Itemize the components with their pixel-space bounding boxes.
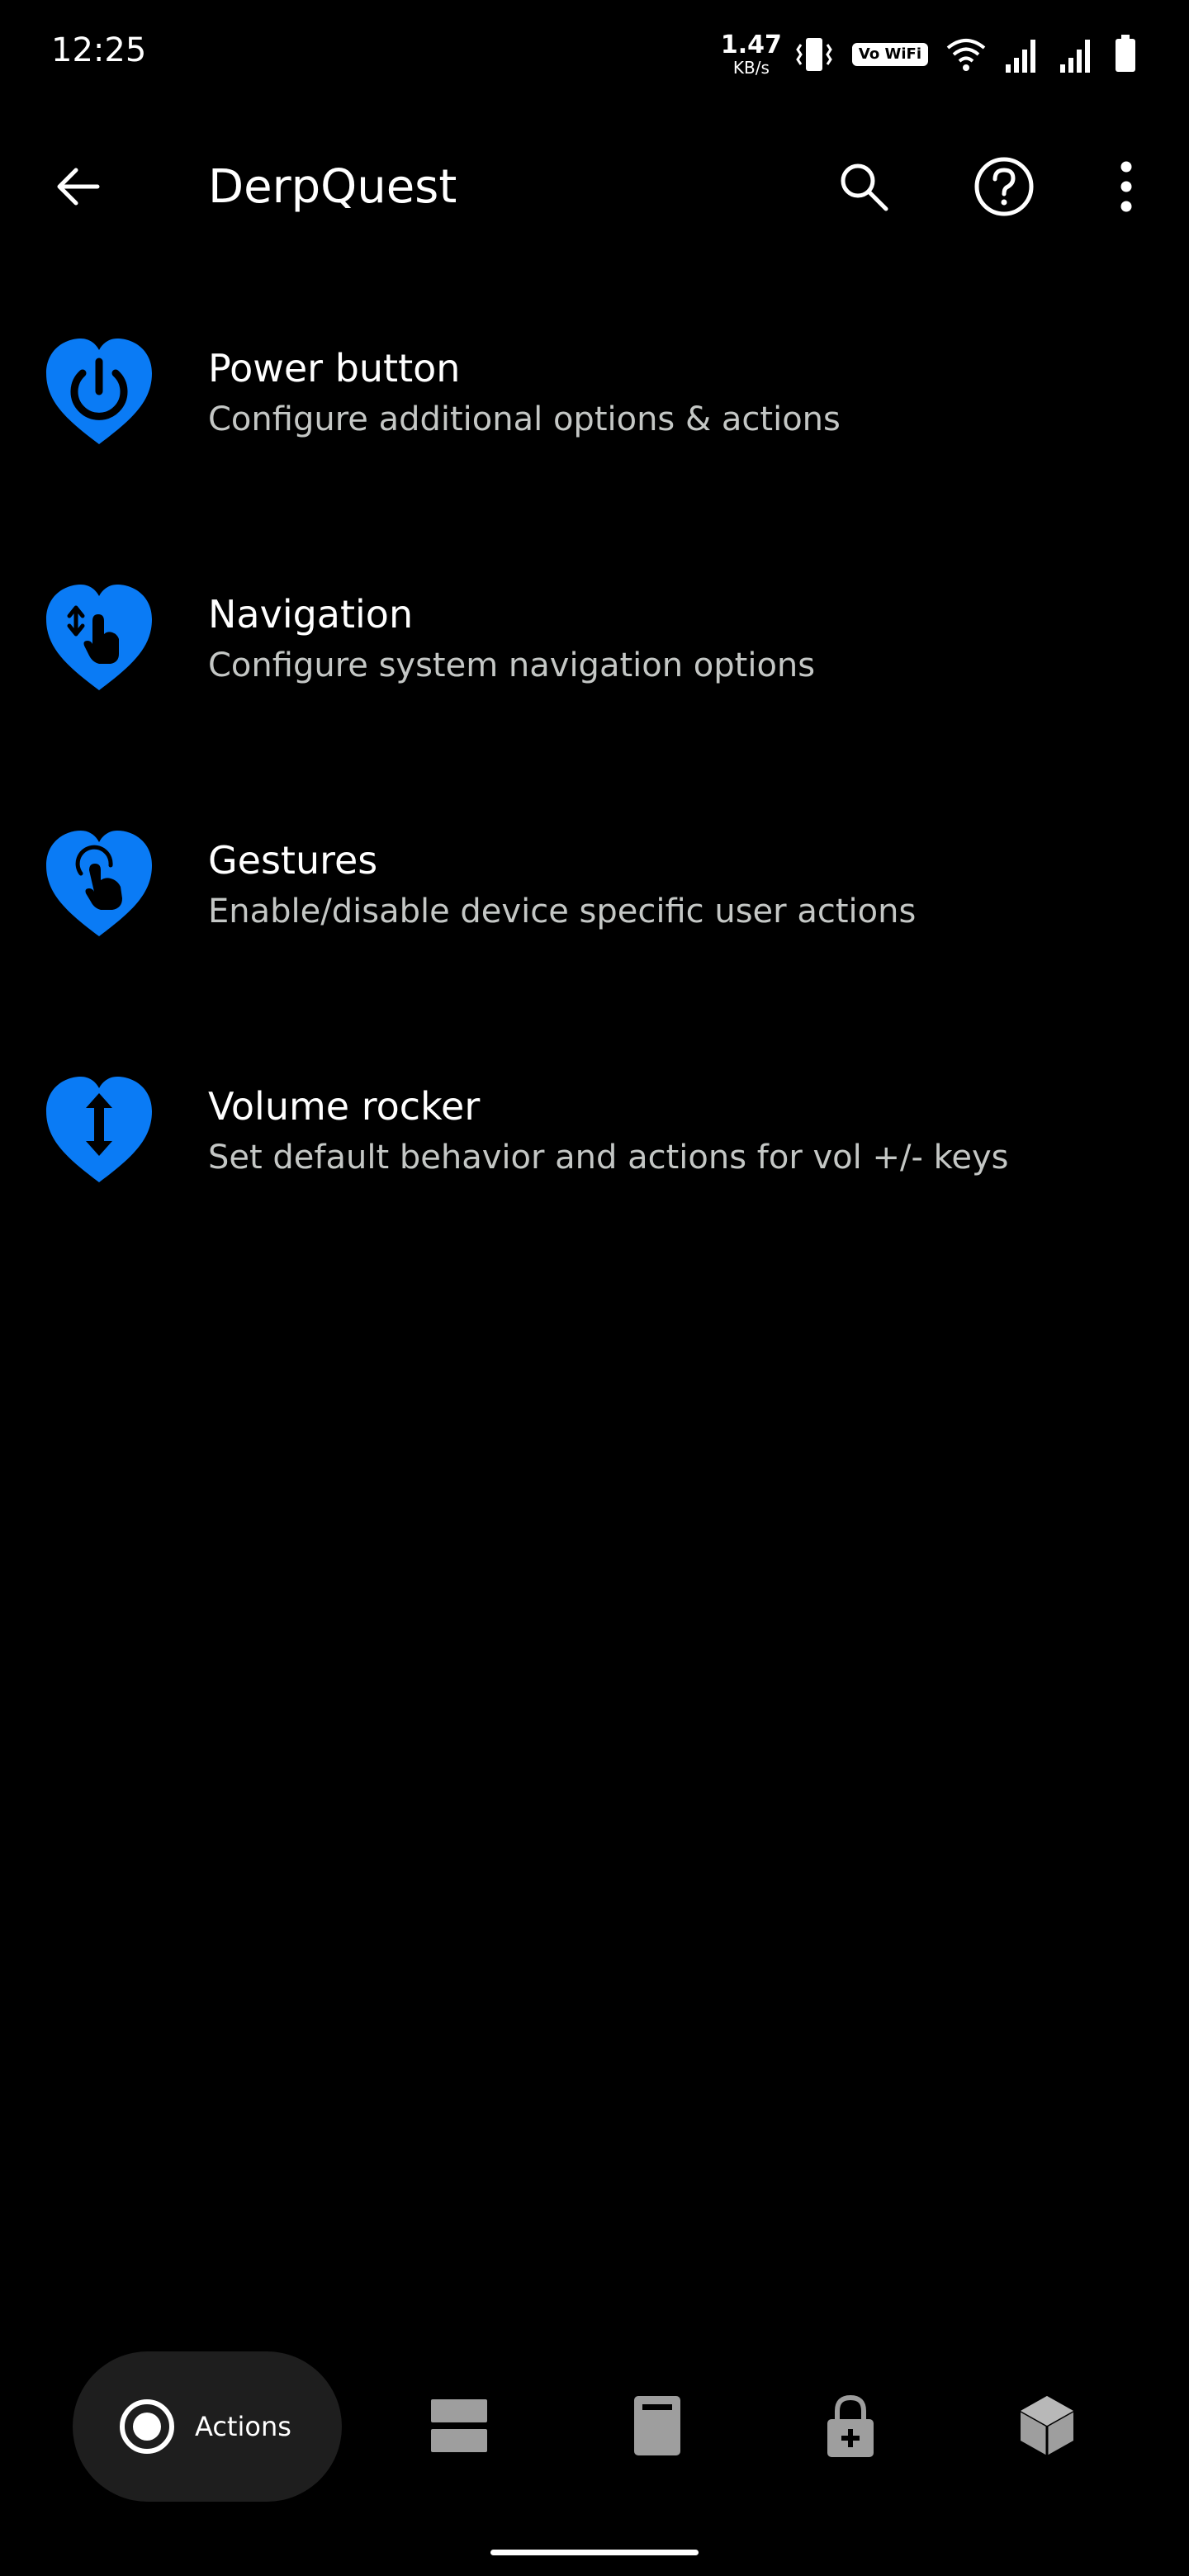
signal-icon (1006, 40, 1035, 73)
volume-heart-icon (46, 1077, 152, 1182)
nav-item-label: Actions (195, 2411, 291, 2442)
settings-item-title: Navigation (208, 592, 414, 637)
settings-item-title: Power button (208, 346, 461, 391)
more-vert-icon (1120, 161, 1132, 212)
home-indicator[interactable] (490, 2550, 699, 2555)
wifi-icon (946, 39, 986, 71)
settings-item-power-button[interactable]: Power button Configure additional option… (0, 297, 1189, 543)
page-title: DerpQuest (208, 160, 457, 214)
bottom-navigation: Actions (0, 2345, 1189, 2510)
battery-icon (1116, 35, 1135, 72)
status-time: 12:25 (51, 31, 147, 69)
nav-item-box[interactable] (1014, 2393, 1080, 2459)
gestures-heart-icon (46, 831, 152, 936)
search-button[interactable] (831, 154, 897, 220)
settings-item-summary: Set default behavior and actions for vol… (208, 1139, 1009, 1177)
settings-item-text: Gestures Enable/disable device specific … (208, 836, 1156, 936)
back-arrow-icon (57, 168, 100, 206)
box-icon (1020, 2396, 1074, 2455)
nav-item-device[interactable] (624, 2393, 690, 2459)
nav-item-lock[interactable] (817, 2393, 883, 2459)
signal-icon (1060, 40, 1090, 73)
search-icon (841, 163, 888, 211)
power-heart-icon (46, 339, 152, 444)
settings-item-title: Gestures (208, 838, 378, 883)
settings-item-summary: Configure system navigation options (208, 646, 816, 684)
network-speed-unit: KB/s (732, 58, 770, 78)
app-bar: DerpQuest (0, 124, 1189, 248)
vibrate-icon (796, 38, 832, 71)
navigation-heart-icon (46, 585, 152, 690)
volte-wifi-icon: Vo WiFi (851, 43, 928, 66)
network-speed-value: 1.47 (720, 31, 782, 59)
settings-item-text: Navigation Configure system navigation o… (208, 590, 1156, 690)
network-speed-indicator: 1.47 KB/s (721, 33, 782, 78)
help-icon (974, 157, 1034, 216)
settings-item-summary: Enable/disable device specific user acti… (208, 893, 917, 930)
settings-item-text: Volume rocker Set default behavior and a… (208, 1082, 1156, 1182)
settings-list: Power button Configure additional option… (0, 297, 1189, 1281)
lock-icon (827, 2394, 874, 2457)
settings-item-title: Volume rocker (208, 1084, 481, 1129)
help-button[interactable] (971, 154, 1037, 220)
layout-icon (431, 2399, 487, 2452)
device-icon (634, 2396, 680, 2455)
settings-item-volume-rocker[interactable]: Volume rocker Set default behavior and a… (0, 1035, 1189, 1281)
settings-item-navigation[interactable]: Navigation Configure system navigation o… (0, 543, 1189, 789)
more-options-button[interactable] (1093, 154, 1159, 220)
status-bar: 12:25 1.47 KB/s Vo WiFi (0, 0, 1189, 107)
actions-icon (120, 2399, 174, 2454)
status-icons: 1.47 KB/s Vo WiFi (721, 30, 1138, 79)
settings-item-gestures[interactable]: Gestures Enable/disable device specific … (0, 789, 1189, 1035)
back-button[interactable] (46, 155, 109, 218)
nav-item-actions[interactable]: Actions (73, 2351, 342, 2502)
nav-item-layout[interactable] (426, 2393, 492, 2459)
settings-item-text: Power button Configure additional option… (208, 343, 1156, 444)
settings-item-summary: Configure additional options & actions (208, 400, 841, 438)
